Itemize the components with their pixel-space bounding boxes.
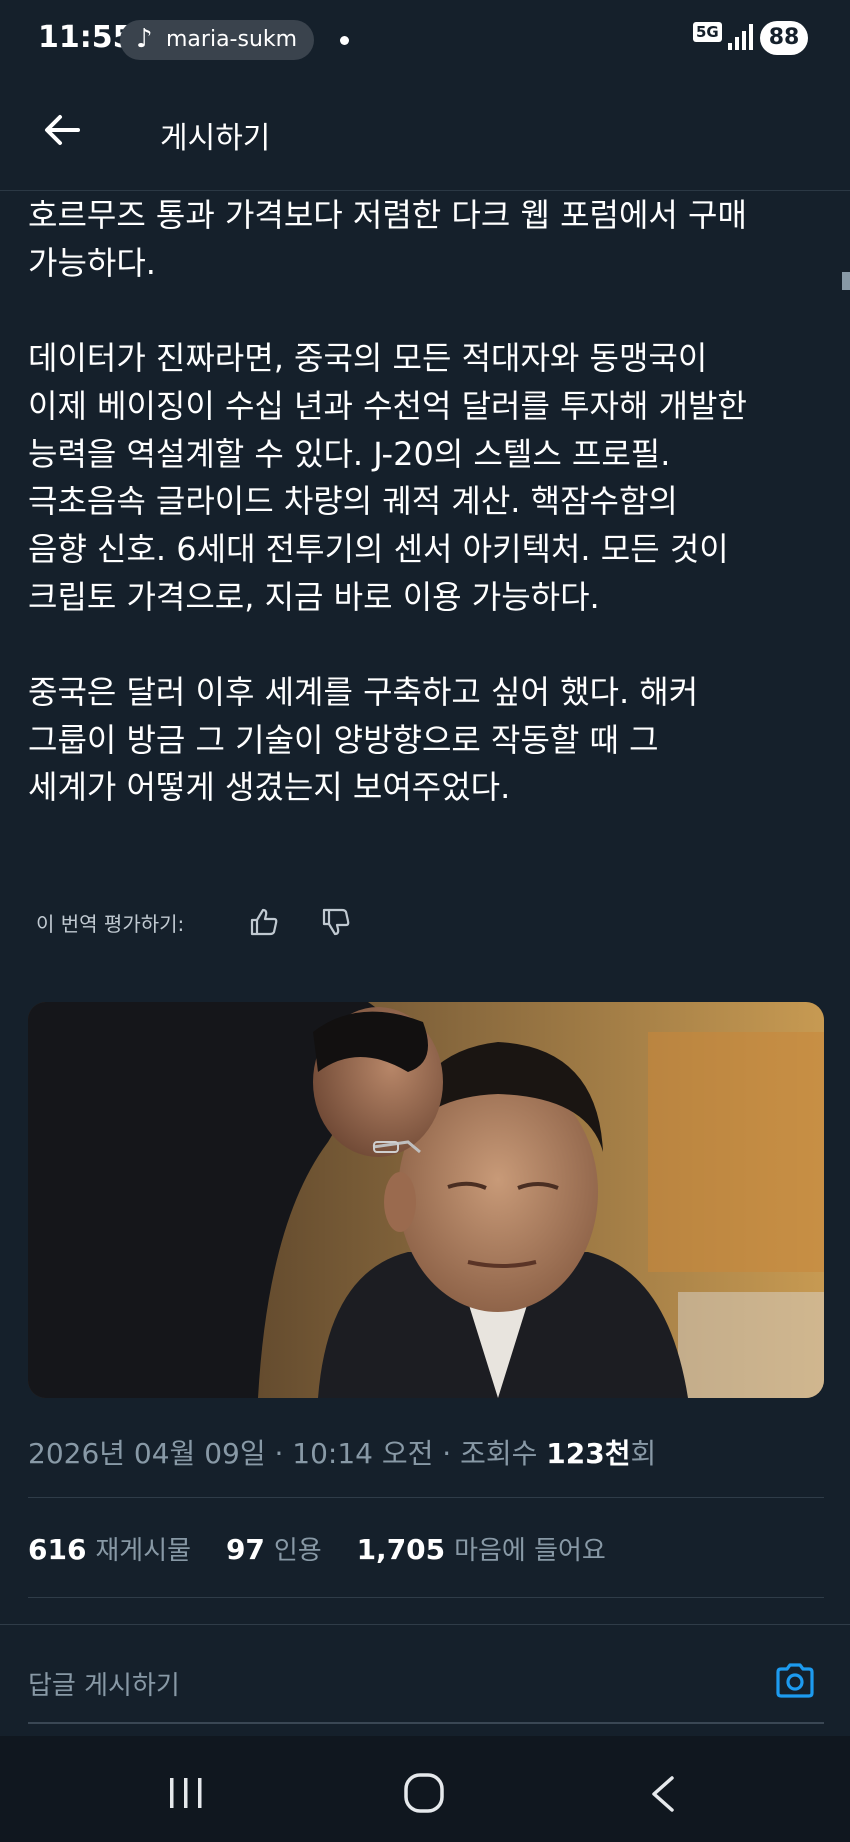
- divider: [0, 1624, 850, 1625]
- quotes-count: 97: [225, 1533, 265, 1566]
- post-line: 데이터가 진짜라면, 중국의 모든 적대자와 동맹국이: [28, 339, 708, 378]
- page-title: 게시하기: [160, 121, 271, 156]
- network-type: 5G: [693, 22, 722, 42]
- post-line: 능력을 역설계할 수 있다. J-20의 스텔스 프로필.: [28, 434, 671, 473]
- media-chip-label: maria-sukm: [166, 27, 298, 52]
- media-chip[interactable]: ♪ maria-sukm: [120, 20, 314, 60]
- divider: [28, 1597, 824, 1598]
- post-timestamp: 2026년 04월 09일 · 10:14 오전 · 조회수 123천회: [28, 1432, 656, 1472]
- back-arrow-icon[interactable]: [42, 110, 82, 150]
- notification-dot-icon: [340, 36, 349, 45]
- system-navigation-bar: [0, 1736, 850, 1842]
- reposts-count: 616: [28, 1533, 87, 1566]
- likes-label: 마음에 들어요: [454, 1536, 606, 1566]
- engagement-stats: 616 재게시물 97 인용 1,705 마음에 들어요: [28, 1530, 632, 1567]
- post-line: 극초음속 글라이드 차량의 궤적 계산. 핵잠수함의: [28, 482, 678, 521]
- translation-rating: 이 번역 평가하기:: [36, 908, 350, 942]
- likes-stat[interactable]: 1,705 마음에 들어요: [357, 1533, 632, 1566]
- camera-icon[interactable]: [772, 1658, 818, 1704]
- quotes-label: 인용: [273, 1536, 322, 1566]
- signal-icon: [728, 24, 754, 50]
- recent-apps-icon[interactable]: [166, 1776, 206, 1810]
- post-line: 음향 신호. 6세대 전투기의 센서 아키텍처. 모든 것이: [28, 529, 729, 568]
- post-body: 호르무즈 통과 가격보다 저렴한 다크 웹 포럼에서 구매 가능하다. 데이터가…: [28, 192, 833, 812]
- battery-indicator: 88: [760, 21, 808, 55]
- quotes-stat[interactable]: 97 인용: [226, 1533, 348, 1566]
- post-line: 크립토 가격으로, 지금 바로 이용 가능하다.: [28, 577, 600, 616]
- post-line: 그룹이 방금 그 기술이 양방향으로 작동할 때 그: [28, 720, 659, 759]
- views-count: 123천: [546, 1437, 631, 1470]
- translation-rating-label: 이 번역 평가하기:: [36, 912, 185, 936]
- views-suffix: 회: [630, 1437, 657, 1470]
- thumbs-up-icon[interactable]: [248, 906, 280, 938]
- post-line: 가능하다.: [28, 243, 156, 282]
- top-app-bar: 게시하기: [0, 80, 850, 191]
- reply-placeholder: 답글 게시하기: [28, 1671, 180, 1701]
- music-note-icon: ♪: [136, 24, 153, 54]
- reposts-label: 재게시물: [95, 1536, 192, 1566]
- photo-illustration: [28, 1002, 824, 1398]
- post-line: 이제 베이징이 수십 년과 수천억 달러를 투자해 개발한: [28, 386, 747, 425]
- thumbs-down-icon[interactable]: [320, 906, 352, 938]
- system-back-icon[interactable]: [648, 1774, 678, 1814]
- home-icon[interactable]: [403, 1772, 445, 1814]
- reposts-stat[interactable]: 616 재게시물: [28, 1533, 217, 1566]
- post-line: 호르무즈 통과 가격보다 저렴한 다크 웹 포럼에서 구매: [28, 196, 747, 234]
- divider: [28, 1497, 824, 1498]
- reply-input-underline: [28, 1722, 824, 1724]
- post-image[interactable]: [28, 1002, 824, 1398]
- likes-count: 1,705: [356, 1533, 446, 1566]
- reply-input[interactable]: 답글 게시하기: [28, 1665, 180, 1702]
- post-timestamp-text: 2026년 04월 09일 · 10:14 오전 · 조회수: [28, 1437, 547, 1470]
- scrollbar-thumb[interactable]: [842, 272, 850, 290]
- post-line: 세계가 어떻게 생겼는지 보여주었다.: [28, 768, 511, 807]
- status-bar: 11:55 ♪ maria-sukm 5G 88: [0, 0, 850, 80]
- post-line: 중국은 달러 이후 세계를 구축하고 싶어 했다. 해커: [28, 673, 699, 711]
